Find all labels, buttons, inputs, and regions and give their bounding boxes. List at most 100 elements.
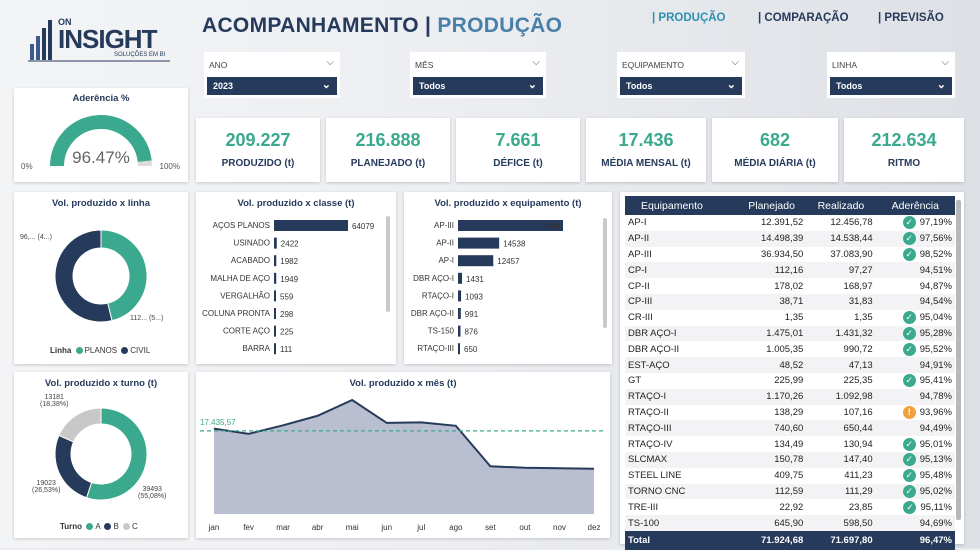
- turno-label-a-value: 39493: [142, 486, 162, 493]
- filter-select[interactable]: 2023 ⌄: [207, 77, 337, 95]
- kpi-defice: 7.661 DÉFICE (t): [456, 118, 580, 182]
- table-row[interactable]: STEEL LINE 409,75 411,23 ✓ 95,48%: [625, 467, 955, 484]
- table-row[interactable]: CP-I 112,16 97,27 94,51%: [625, 262, 955, 279]
- table-row[interactable]: AP-III 36.934,50 37.083,90 ✓ 98,52%: [625, 246, 955, 263]
- filter-linha[interactable]: LINHA ⌵ Todos ⌄: [827, 52, 955, 98]
- table-row[interactable]: AP-I 12.391,52 12.456,78 ✓ 97,19%: [625, 215, 955, 231]
- bar-category-label: MALHA DE AÇO: [210, 274, 270, 283]
- cell-equipamento: AP-II: [628, 233, 650, 245]
- bar-value-label: 2422: [281, 240, 299, 249]
- chevron-down-icon[interactable]: ⌵: [326, 57, 334, 68]
- chevron-down-icon[interactable]: ⌵: [941, 57, 949, 68]
- classe-chart-title: Vol. produzido x classe (t): [237, 198, 355, 209]
- cell-planejado: 1.170,26: [766, 391, 804, 403]
- table-row[interactable]: EST-AÇO 48,52 47,13 94,91%: [625, 357, 955, 373]
- linha-label-b: 112... (5...): [130, 315, 164, 322]
- table-row[interactable]: CP-III 38,71 31,83 94,54%: [625, 293, 955, 310]
- x-tick-label: dez: [588, 523, 601, 532]
- bar-value-label: 559: [280, 292, 294, 301]
- bar-category-label: VERGALHÃO: [220, 291, 270, 300]
- cell-aderencia: ✓ 95,41%: [876, 373, 955, 389]
- cell-realizado: 598,50: [843, 517, 873, 529]
- turno-label-c-value: 13181: [44, 394, 64, 401]
- table-row[interactable]: RTAÇO-II 138,29 107,16! 93,96%: [625, 404, 955, 421]
- nav-comparacao[interactable]: | COMPARAÇÃO: [758, 12, 849, 24]
- bar-category-label: DBR AÇO-I: [413, 274, 454, 283]
- x-tick-label: mar: [276, 523, 290, 532]
- table-row[interactable]: SLCMAX 150,78 147,40 ✓ 95,13%: [625, 451, 955, 468]
- filter-ano[interactable]: ANO ⌵ 2023 ⌄: [204, 52, 340, 98]
- table-row[interactable]: RTAÇO-I 1.170,26 1.092,98 94,78%: [625, 388, 955, 405]
- cell-planejado: 36.934,50: [761, 248, 804, 260]
- cell-realizado: 168,97: [843, 280, 873, 292]
- bar: [274, 237, 277, 249]
- col-header[interactable]: Equipamento: [625, 196, 737, 215]
- filter-label: LINHA: [832, 60, 858, 70]
- insight-logo: ON INSIGHT SOLUÇÕES EM BI: [28, 14, 178, 64]
- bar: [274, 255, 277, 267]
- cell-equipamento: RTAÇO-I: [628, 391, 667, 403]
- filter-equipamento[interactable]: EQUIPAMENTO ⌵ Todos ⌄: [617, 52, 745, 98]
- equip-chart-title: Vol. produzido x equipamento (t): [434, 198, 582, 209]
- turno-label-b-pct: (26,53%): [32, 487, 61, 494]
- legend-dot-icon: [104, 523, 112, 531]
- legend-item: A: [95, 522, 101, 531]
- cell-aderencia: 94,87%: [876, 278, 955, 294]
- classe-scrollbar[interactable]: [386, 216, 390, 312]
- filter-mes[interactable]: MÊS ⌵ Todos ⌄: [410, 52, 546, 98]
- kpi-label: DÉFICE (t): [493, 158, 543, 169]
- aderencia-value: 94,54%: [919, 296, 952, 308]
- bar-value-label: 12457: [497, 257, 520, 266]
- bar-value-label: 991: [465, 310, 479, 319]
- col-header[interactable]: Realizado: [806, 196, 876, 215]
- table-row[interactable]: DBR AÇO-II 1.005,35 990,72 ✓ 95,52%: [625, 341, 955, 358]
- cell-planejado: 48,52: [779, 359, 804, 371]
- kpi-media-diaria: 682 MÉDIA DIÁRIA (t): [712, 118, 838, 182]
- equip-scrollbar[interactable]: [603, 218, 607, 328]
- x-tick-label: jan: [208, 523, 220, 532]
- table-row[interactable]: CR-III 1,35 1,35 ✓ 95,04%: [625, 309, 955, 326]
- table-row[interactable]: TS-100 645,90 598,50 94,69%: [625, 515, 955, 531]
- filter-select[interactable]: Todos ⌄: [620, 77, 742, 95]
- filter-value: Todos: [836, 81, 863, 91]
- cell-planejado: 112,59: [774, 485, 804, 497]
- aderencia-card: Aderência % 96.47% 0% 100%: [14, 88, 188, 182]
- bar-category-label: DBR AÇO-II: [411, 309, 454, 318]
- cell-aderencia: 94,91%: [876, 357, 955, 373]
- table-scrollbar[interactable]: [956, 200, 961, 520]
- page-title: ACOMPANHAMENTO | PRODUÇÃO: [202, 14, 562, 38]
- bar-category-label: AP-II: [436, 239, 454, 248]
- title-section: PRODUÇÃO: [437, 14, 563, 37]
- table-row[interactable]: DBR AÇO-I 1.475,01 1.431,32 ✓ 95,28%: [625, 325, 955, 342]
- bar: [274, 220, 348, 231]
- table-row[interactable]: GT 225,99 225,35 ✓ 95,41%: [625, 372, 955, 389]
- chevron-down-icon[interactable]: ⌵: [532, 57, 540, 68]
- table-row[interactable]: TRE-III 22,92 23,85 ✓ 95,11%: [625, 499, 955, 516]
- bar-category-label: ACABADO: [231, 256, 270, 265]
- table-row[interactable]: AP-II 14.498,39 14.538,44 ✓ 97,56%: [625, 230, 955, 247]
- linha-donut: [54, 229, 148, 323]
- logo-insight: INSIGHT: [58, 24, 157, 54]
- x-tick-label: fev: [243, 523, 254, 532]
- table-row[interactable]: TORNO CNC 112,59 111,29 ✓ 95,02%: [625, 483, 955, 500]
- cell-realizado: 225,35: [843, 375, 873, 387]
- col-header[interactable]: Aderência: [875, 196, 955, 215]
- kpi-label: RITMO: [887, 158, 921, 169]
- nav-previsao[interactable]: | PREVISÃO: [878, 12, 944, 24]
- cell-planejado: 134,49: [774, 438, 804, 450]
- table-row[interactable]: RTAÇO-III 740,60 650,44 94,49%: [625, 420, 955, 437]
- turno-label-b-value: 19023: [36, 480, 56, 487]
- aderencia-value: 94,78%: [919, 391, 952, 403]
- kpi-media-mensal: 17.436 MÉDIA MENSAL (t): [586, 118, 706, 182]
- col-header[interactable]: Planejado: [736, 196, 807, 215]
- warning-icon: !: [902, 405, 916, 419]
- filter-select[interactable]: Todos ⌄: [413, 77, 543, 95]
- filter-select[interactable]: Todos ⌄: [830, 77, 952, 95]
- table-row[interactable]: RTAÇO-IV 134,49 130,94 ✓ 95,01%: [625, 436, 955, 452]
- kpi-value: 212.634: [871, 130, 937, 150]
- chevron-down-icon[interactable]: ⌵: [731, 57, 739, 68]
- nav-producao[interactable]: | PRODUÇÃO: [652, 12, 726, 24]
- table-row[interactable]: CP-II 178,02 168,97 94,87%: [625, 278, 955, 294]
- cell-realizado: 37.083,90: [830, 248, 873, 260]
- bar-category-label: COLUNA PRONTA: [202, 309, 271, 318]
